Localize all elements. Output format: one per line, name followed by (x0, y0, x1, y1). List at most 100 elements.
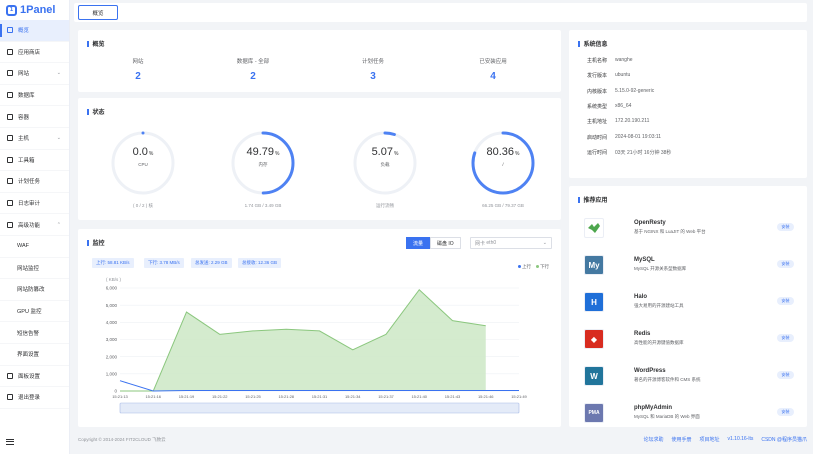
overview-stat[interactable]: 已安装应用 4 (448, 57, 538, 82)
sidebar-item[interactable]: 计划任务 (0, 171, 69, 193)
redis-icon: ◆ (584, 329, 604, 349)
app-item[interactable]: OpenResty 基于 NGINX 和 LuaJIT 的 Web 平台 安装 (584, 216, 794, 242)
chevron-down-icon: ⌄ (56, 135, 61, 142)
overview-stat[interactable]: 数据库 - 全部 2 (208, 57, 298, 82)
x-tick-label: 15:21:46 (478, 394, 494, 399)
x-tick-label: 15:21:25 (245, 394, 261, 399)
footer-link-forum[interactable]: 论坛求助 (643, 436, 663, 443)
sidebar-item[interactable]: 主机 ⌄ (0, 128, 69, 150)
install-button[interactable]: 安装 (777, 371, 794, 379)
recommended-apps-card: 推荐应用 OpenResty 基于 NGINX 和 LuaJIT 的 Web 平台… (569, 186, 807, 427)
system-info-value: 2024-08-01 19:03:11 (615, 133, 662, 140)
sidebar-item[interactable]: 短信告警 (0, 322, 69, 344)
app-name: WordPress (634, 368, 666, 374)
sidebar-nav: 概览应用商店网站 ⌄ 数据库容器主机 ⌄ 工具箱 计划任务 日志审计 高级功能 ⌃ WAF 网站监控… (0, 20, 69, 409)
footer: Copyright © 2014-2024 FIT2CLOUD 飞致云 论坛求助… (74, 431, 807, 449)
install-button[interactable]: 安装 (777, 223, 794, 231)
gauge-detail: 1.74 GB / 3.49 GB (244, 203, 282, 208)
system-info-key: 主机地址 (587, 119, 608, 126)
x-tick-label: 15:21:19 (179, 394, 195, 399)
sidebar-item[interactable]: 容器 (0, 106, 69, 128)
app-item[interactable]: ◆ Redis 高性能的开源键值数据库 安装 (584, 327, 794, 353)
app-description: 著名的开源博客软件和 CMS 系统 (634, 377, 701, 382)
sidebar-item[interactable]: 退出登录 (0, 387, 69, 409)
sidebar-item[interactable]: GPU 监控 (0, 301, 69, 323)
system-info-key: 主机名称 (587, 58, 608, 64)
overview-title: 概览 (87, 39, 105, 48)
overview-stat-value: 2 (250, 71, 256, 82)
gauge-label: 负载 (380, 162, 390, 167)
sidebar-item-label: 网站监控 (17, 265, 40, 272)
copyright: Copyright © 2014-2024 FIT2CLOUD 飞致云 (78, 437, 166, 442)
sidebar-item[interactable]: 网站 ⌄ (0, 63, 69, 85)
gauge-value: 80.36% (486, 146, 520, 158)
overview-stat-value: 4 (490, 71, 496, 82)
system-info-value: 03天 21小时 16分钟 38秒 (615, 149, 672, 156)
app-item[interactable]: My MySQL MySQL 开源关系型数据库 安装 (584, 253, 794, 279)
gauge-value: 5.07% (371, 146, 399, 158)
collapse-menu-icon[interactable] (6, 439, 14, 445)
app-item[interactable]: W WordPress 著名的开源博客软件和 CMS 系统 安装 (584, 364, 794, 390)
system-info-row: 系统类型 x86_64 (587, 103, 631, 110)
sidebar-item[interactable]: 网站防篡改 (0, 279, 69, 301)
logo[interactable]: 1 1Panel (0, 0, 69, 20)
sidebar-item[interactable]: 概览 (0, 20, 69, 42)
gauge-value: 49.79% (246, 146, 280, 158)
y-tick-label: 0 (114, 389, 117, 394)
install-button[interactable]: 安装 (777, 408, 794, 416)
app-description: 基于 NGINX 和 LuaJIT 的 Web 平台 (634, 229, 706, 234)
logo-text: 1Panel (20, 4, 56, 16)
sidebar-item[interactable]: 界面设置 (0, 344, 69, 366)
menu-icon (7, 113, 13, 120)
app-description: MySQL 开源关系型数据库 (634, 266, 687, 271)
sidebar-item[interactable]: 日志审计 (0, 193, 69, 215)
app-name: Halo (634, 294, 648, 300)
status-gauge: 5.07% 负载 运行流畅 (346, 128, 424, 209)
x-tick-label: 15:21:34 (345, 394, 361, 399)
tab-overview[interactable]: 概览 (78, 5, 118, 20)
install-button[interactable]: 安装 (777, 260, 794, 268)
sidebar-item-label: WAF (17, 243, 30, 250)
menu-icon (7, 178, 13, 185)
footer-link-manual[interactable]: 使用手册 (671, 436, 691, 443)
sidebar-item-label: 应用商店 (18, 49, 41, 56)
sidebar-item[interactable]: 网站监控 (0, 258, 69, 280)
y-axis-unit: ( KB/s ) (106, 277, 122, 282)
menu-icon (7, 221, 13, 228)
overview-stat[interactable]: 网站 2 (93, 57, 183, 82)
install-button[interactable]: 安装 (777, 334, 794, 342)
overview-stat[interactable]: 计划任务 3 (328, 57, 418, 82)
menu-icon (7, 394, 13, 401)
app-name: OpenResty (634, 220, 666, 226)
y-tick-label: 4,000 (106, 320, 118, 325)
sidebar-item-label: 容器 (18, 114, 30, 121)
gauge-label: / (502, 162, 504, 167)
halo-icon: H (584, 292, 604, 312)
phpmyadmin-icon: PMA (584, 403, 604, 423)
system-info-value: wanghe (615, 57, 633, 63)
sidebar-item[interactable]: 数据库 (0, 85, 69, 107)
sidebar-item[interactable]: WAF (0, 236, 69, 258)
sidebar-item[interactable]: 面板设置 (0, 366, 69, 388)
app-item[interactable]: H Halo 强大易用的开源建站工具 安装 (584, 290, 794, 316)
footer-link-project[interactable]: 项目地址 (699, 436, 719, 443)
system-info-card: 系统信息 主机名称 wanghe 发行版本 ubuntu 内核版本 5.15.0-92-g… (569, 30, 807, 178)
gauge-label: CPU (138, 162, 148, 167)
app-name: Redis (634, 331, 651, 337)
sidebar-item[interactable]: 工具箱 (0, 150, 69, 172)
menu-icon (7, 135, 13, 142)
system-info-value: ubuntu (615, 72, 631, 79)
footer-version[interactable]: v1.10.16-lts (728, 436, 754, 443)
x-tick-label: 15:21:16 (145, 394, 161, 399)
x-tick-label: 15:21:22 (212, 394, 228, 399)
system-info-key: 发行版本 (587, 73, 608, 80)
menu-icon (7, 92, 13, 99)
x-tick-label: 15:21:31 (312, 394, 328, 399)
app-description: 高性能的开源键值数据库 (634, 340, 684, 345)
sidebar-item-label: 短信告警 (17, 330, 40, 337)
sidebar-item[interactable]: 高级功能 ⌃ (0, 214, 69, 236)
overview-stat-label: 计划任务 (361, 59, 384, 65)
install-button[interactable]: 安装 (777, 297, 794, 305)
sidebar-item[interactable]: 应用商店 (0, 42, 69, 64)
app-item[interactable]: PMA phpMyAdmin MySQL 和 MariaDB 的 Web 界面 安装 (584, 401, 794, 427)
